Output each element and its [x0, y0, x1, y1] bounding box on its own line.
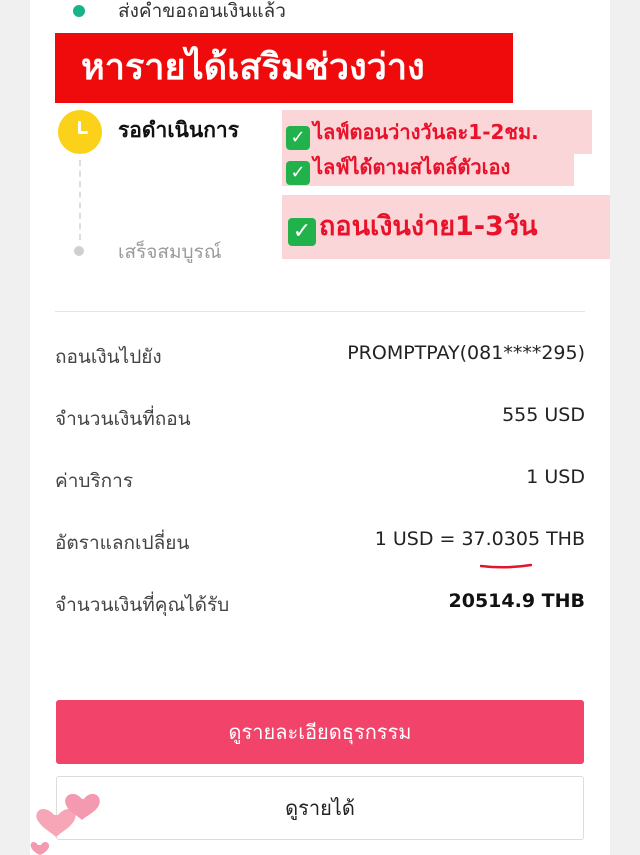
status-dot-pending-icon [74, 246, 84, 256]
red-underline-mark [480, 563, 532, 569]
detail-row-amount: จำนวนเงินที่ถอน 555 USD [55, 404, 585, 434]
detail-label: จำนวนเงินที่คุณได้รับ [55, 594, 230, 616]
detail-row-exchange-rate: อัตราแลกเปลี่ยน 1 USD = 37.0305 THB [55, 528, 585, 558]
promo-line-2-text: ไลฟ์ได้ตามสไตล์ตัวเอง [313, 155, 511, 179]
hearts-sticker-icon [30, 793, 100, 855]
promo-line-1-text: ไลฟ์ตอนว่างวันละ1-2ชม. [313, 120, 539, 144]
detail-value: 20514.9 THB [448, 590, 586, 612]
detail-label: ค่าบริการ [55, 470, 134, 492]
promo-line-2: ✓ ไลฟ์ได้ตามสไตล์ตัวเอง [282, 152, 574, 186]
detail-label: อัตราแลกเปลี่ยน [55, 532, 190, 554]
section-divider [55, 311, 585, 312]
timeline-connector [79, 160, 81, 240]
left-margin [0, 0, 30, 855]
promo-line-1: ✓ ไลฟ์ตอนว่างวันละ1-2ชม. [282, 110, 592, 154]
detail-row-fee: ค่าบริการ 1 USD [55, 466, 585, 496]
view-income-button[interactable]: ดูรายได้ [56, 776, 584, 840]
checkmark-icon: ✓ [286, 126, 310, 150]
detail-row-received: จำนวนเงินที่คุณได้รับ 20514.9 THB [55, 590, 585, 620]
right-margin [610, 0, 640, 855]
detail-label: จำนวนเงินที่ถอน [55, 408, 191, 430]
checkmark-icon: ✓ [288, 218, 316, 246]
timeline-step-completed: เสร็จสมบูรณ์ [118, 241, 222, 263]
checkmark-icon: ✓ [286, 161, 310, 185]
promo-line-3: ✓ ถอนเงินง่าย1-3วัน [282, 195, 610, 259]
detail-value: 555 USD [502, 404, 585, 426]
detail-value: 1 USD = 37.0305 THB [374, 528, 585, 550]
detail-value: 1 USD [526, 466, 585, 488]
detail-value: PROMPTPAY(081****295) [347, 342, 585, 364]
detail-row-destination: ถอนเงินไปยัง PROMPTPAY(081****295) [55, 342, 585, 372]
timeline-step-processing: รอดำเนินการ [118, 118, 239, 142]
clock-icon [58, 110, 102, 154]
detail-label: ถอนเงินไปยัง [55, 346, 162, 368]
promo-line-3-text: ถอนเงินง่าย1-3วัน [319, 211, 538, 242]
promo-banner: หารายได้เสริมช่วงว่าง [55, 33, 513, 103]
view-transaction-details-button[interactable]: ดูรายละเอียดธุรกรรม [56, 700, 584, 764]
status-dot-completed-icon [73, 5, 85, 17]
timeline-step-submitted: ส่งคำขอถอนเงินแล้ว [118, 0, 286, 22]
